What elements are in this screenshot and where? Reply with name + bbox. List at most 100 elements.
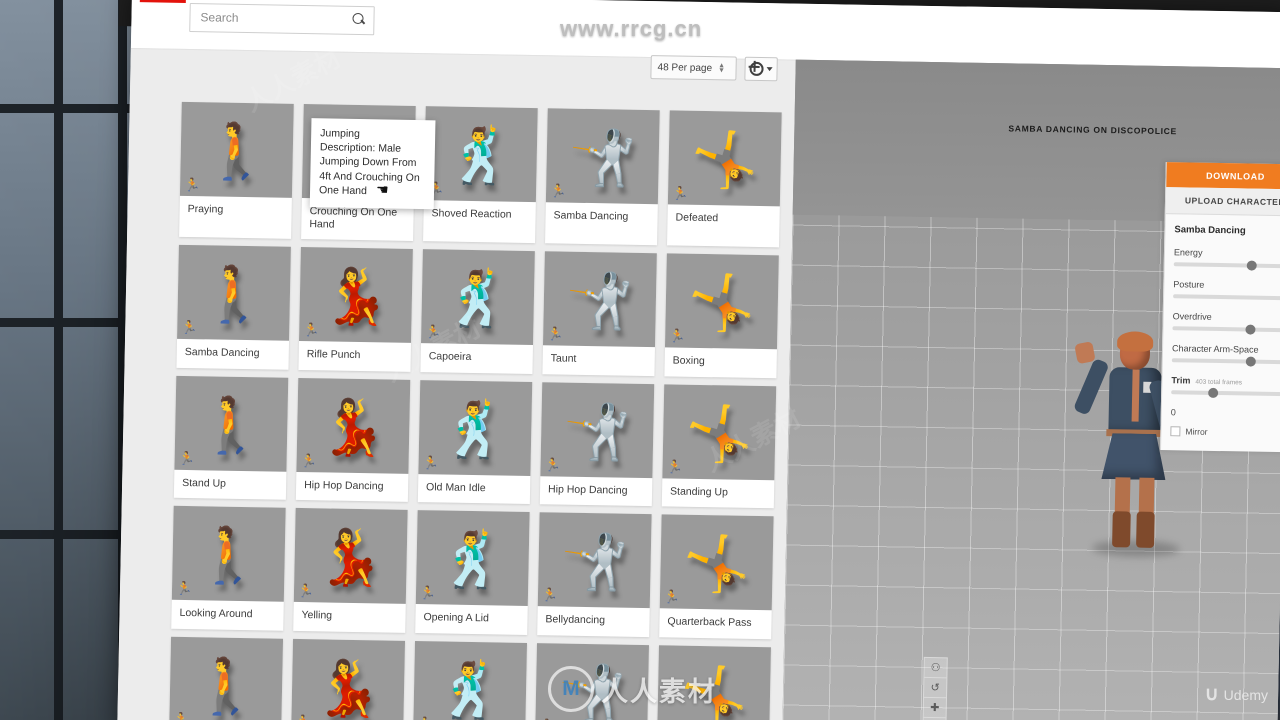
character-pose-preview: 🚶 — [191, 656, 261, 718]
search-input[interactable]: Search — [189, 3, 375, 36]
animation-thumbnail[interactable]: 🚶 🏃 — [177, 245, 291, 341]
animation-label: Standing Up — [669, 485, 728, 499]
stepper-icon[interactable]: ▲ ▼ — [718, 62, 725, 74]
slider-track[interactable] — [1172, 324, 1280, 335]
orbit-icon[interactable]: ⚇ — [924, 657, 947, 679]
animation-card[interactable]: 🚶 🏃 Praying — [179, 101, 294, 240]
checkbox-icon[interactable] — [1170, 426, 1181, 437]
pan-icon[interactable]: ✚ — [923, 697, 946, 719]
trim-start-handle[interactable] — [1208, 387, 1219, 399]
settings-button[interactable] — [744, 56, 778, 82]
animation-card[interactable]: 🕺 🏃 Shoved Reaction — [423, 106, 538, 244]
animation-label: Samba Dancing — [553, 209, 629, 223]
animation-thumbnail[interactable]: 💃🏃 — [291, 638, 406, 720]
slider-handle[interactable] — [1245, 356, 1257, 367]
running-man-icon: 🏃 — [178, 450, 195, 466]
animation-card[interactable]: 🤺 🏃 Taunt — [542, 251, 657, 376]
animation-card[interactable]: 💃 🏃 Rifle Punch — [298, 247, 413, 372]
animation-card[interactable]: 🕺 🏃 Capoeira — [420, 249, 535, 374]
slider-track[interactable] — [1171, 356, 1280, 367]
animation-tooltip: Jumping Description: Male Jumping Down F… — [309, 118, 436, 210]
animation-card[interactable]: 💃 🏃 Hip Hop Dancing — [295, 377, 411, 503]
animation-thumbnail[interactable]: 🕺🏃 — [413, 641, 528, 720]
animation-thumbnail[interactable]: 🤺🏃 — [545, 108, 660, 205]
character-pose-preview: 🚶 — [197, 394, 266, 457]
grid-toolbar: 48 Per page ▲ ▼ — [650, 52, 778, 84]
animation-label: Looking Around — [179, 607, 253, 621]
animation-card[interactable]: 🕺🏃 — [412, 641, 528, 720]
slider-handle[interactable] — [1246, 260, 1257, 271]
animation-thumbnail[interactable]: 🤸🏃 — [664, 253, 779, 350]
animation-card[interactable]: 💃 🏃 Yelling — [293, 508, 408, 633]
animation-card[interactable]: 🤸 🏃 Standing Up — [661, 384, 777, 509]
animation-thumbnail[interactable]: 🤸🏃 — [667, 110, 782, 207]
animation-thumbnail[interactable]: 💃🏃 — [293, 508, 408, 605]
character-pose-preview: 🤸 — [685, 403, 754, 465]
animation-card[interactable]: 🚶 🏃 Looking Around — [171, 506, 286, 631]
character-pose-preview: 🕺 — [441, 399, 510, 461]
running-man-icon: 🏃 — [669, 328, 686, 344]
upload-character-button[interactable]: UPLOAD CHARACTER — [1165, 187, 1280, 217]
animation-card[interactable]: 🚶 🏃 Stand Up — [173, 375, 289, 501]
character-pose-preview: 🤺 — [560, 531, 629, 593]
animation-label: Capoeira — [428, 350, 472, 364]
animation-thumbnail[interactable]: 🚶 🏃 — [171, 506, 286, 603]
slider-handle[interactable] — [1245, 324, 1256, 335]
character-pose-preview: 🕺 — [438, 529, 507, 591]
running-man-icon: 🏃 — [547, 326, 564, 342]
animation-label: Yelling — [301, 609, 333, 622]
per-page-select[interactable]: 48 Per page ▲ ▼ — [650, 55, 737, 81]
animation-label: Praying — [187, 203, 224, 216]
viewport-tools[interactable]: ⚇↺✚⚲▣ — [921, 656, 948, 720]
mirror-checkbox[interactable]: Mirror — [1170, 426, 1280, 438]
animation-label: Old Man Idle — [426, 480, 486, 495]
screenshot-stage: ...ssions ? Adobe Search 48 Per page ▲▼ — [0, 0, 1280, 720]
animation-card[interactable]: 🤸 🏃 Boxing — [664, 253, 779, 379]
animation-card[interactable]: 🚶 🏃 Samba Dancing — [176, 245, 291, 370]
animation-thumbnail[interactable]: 🤺🏃 — [537, 512, 652, 609]
search-icon[interactable] — [352, 13, 364, 25]
animation-card[interactable]: 🕺 🏃 Opening A Lid — [415, 510, 530, 635]
animation-label: Rifle Punch — [306, 348, 361, 362]
animation-thumbnail[interactable]: 💃🏃 — [299, 247, 413, 344]
animation-card[interactable]: 🤺 🏃 Bellydancing — [537, 512, 652, 638]
animation-label: Bellydancing — [545, 613, 606, 627]
reset-icon[interactable]: ↺ — [923, 677, 947, 699]
character-pose-preview: 🤸 — [690, 129, 759, 191]
animation-thumbnail[interactable]: 🤸🏃 — [659, 514, 774, 611]
running-man-icon: 🏃 — [181, 320, 198, 336]
animation-thumbnail[interactable]: 🤺🏃 — [540, 381, 655, 478]
animation-thumbnail[interactable]: 🚶 🏃 — [179, 101, 294, 198]
animation-card[interactable]: 🤺 🏃 Samba Dancing — [545, 108, 660, 246]
animation-controls-panel: DOWNLOAD UPLOAD CHARACTER Samba Dancing … — [1160, 162, 1280, 453]
animation-card[interactable]: 🤸 🏃 Defeated — [667, 110, 782, 248]
animation-thumbnail[interactable]: 🚶 🏃 — [169, 636, 284, 720]
per-page-label: 48 Per page — [657, 61, 713, 74]
animation-thumbnail[interactable]: 🤸🏃 — [662, 384, 777, 481]
slider-track[interactable] — [1173, 260, 1280, 271]
animation-thumbnail[interactable]: 🕺🏃 — [415, 510, 530, 607]
animation-card[interactable]: 💃🏃 — [290, 638, 406, 720]
animation-thumbnail[interactable]: 🕺🏃 — [423, 106, 538, 203]
animation-label: Hip Hop Dancing — [304, 478, 384, 493]
download-button[interactable]: DOWNLOAD — [1166, 162, 1280, 190]
running-man-icon: 🏃 — [303, 322, 320, 338]
udemy-watermark: ∪ Udemy — [1205, 683, 1268, 706]
slider-track[interactable] — [1173, 294, 1280, 301]
animation-thumbnail[interactable]: 🚶 🏃 — [174, 375, 289, 472]
animation-thumbnail[interactable]: 🕺🏃 — [421, 249, 535, 346]
animation-card[interactable]: 🚶 🏃 — [168, 636, 284, 720]
animation-card[interactable]: 🤸 🏃 Quarterback Pass — [659, 514, 774, 640]
animation-thumbnail[interactable]: 💃🏃 — [296, 377, 411, 474]
character-pose-preview: 💃 — [319, 397, 388, 459]
character-pose-preview: 💃 — [321, 266, 391, 328]
trim-slider[interactable] — [1171, 387, 1280, 399]
controls-body: Samba Dancing Energy Posture Overdrive Char… — [1161, 214, 1280, 438]
preview-viewport[interactable]: SAMBA DANCING ON DISCOPOLICE ⚇↺✚⚲▣ DOWNL… — [782, 59, 1280, 720]
animation-card[interactable]: 🕺 🏃 Old Man Idle — [417, 379, 533, 505]
animation-card[interactable]: 🤺 🏃 Hip Hop Dancing — [539, 381, 655, 507]
animation-label: Boxing — [672, 354, 705, 368]
animation-thumbnail[interactable]: 🕺🏃 — [418, 379, 533, 476]
animation-thumbnail[interactable]: 🤺🏃 — [542, 251, 657, 348]
slider-label: Posture — [1173, 279, 1205, 290]
